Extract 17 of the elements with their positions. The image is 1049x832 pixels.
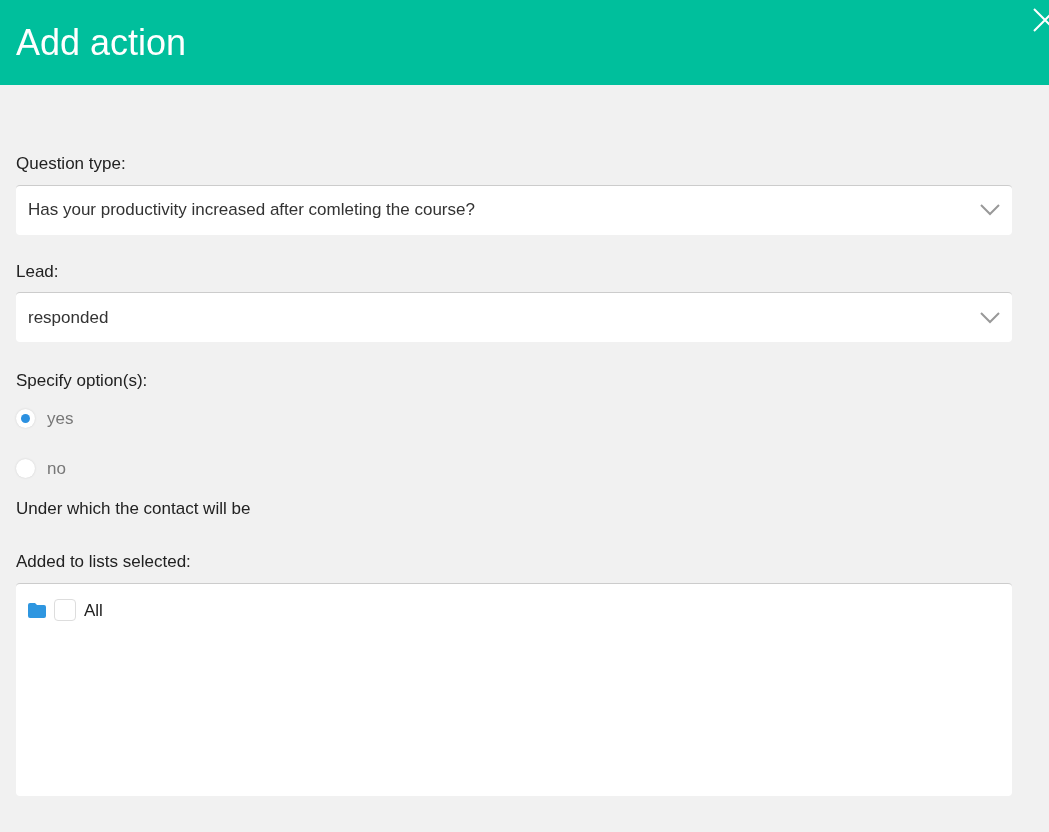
radio-button[interactable] (16, 409, 35, 428)
note-text: Under which the contact will be (16, 497, 252, 520)
field-label: Question type: (16, 153, 127, 175)
chevron-down-icon (980, 311, 1000, 324)
select-field[interactable]: Has your productivity increased after comleting the course? (16, 184, 1012, 235)
field-label: Specify option(s): (16, 370, 149, 392)
checkbox[interactable] (54, 599, 76, 622)
folder-icon (28, 602, 46, 618)
radio-label: no (47, 457, 66, 480)
radio-button[interactable] (16, 459, 35, 478)
list-label: All (84, 599, 103, 622)
select-field[interactable]: responded (16, 292, 1012, 342)
chevron-down-icon (980, 204, 1000, 216)
radio-label: yes (47, 407, 74, 430)
dialog-title: Add action (16, 20, 187, 65)
field-label: Added to lists selected: (16, 551, 192, 573)
field-label: Lead: (16, 260, 60, 283)
